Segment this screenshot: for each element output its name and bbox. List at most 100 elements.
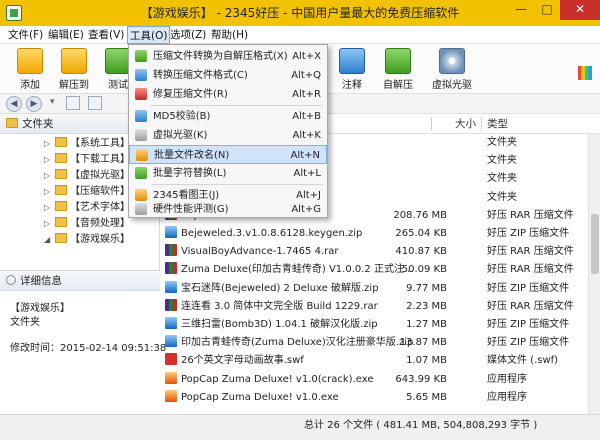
- menu-item-label: 转换压缩文件格式(C): [153, 70, 248, 81]
- menu-item-convert-sfx[interactable]: 压缩文件转换为自解压格式(X) Alt+X: [129, 47, 327, 66]
- file-type: 好压 RAR 压缩文件: [487, 209, 574, 221]
- tree-item[interactable]: ▷ 【系统工具】: [44, 136, 130, 152]
- menu-item-repair[interactable]: 修复压缩文件(R) Alt+R: [129, 85, 327, 104]
- tree-item[interactable]: ▷ 【压缩软件】: [44, 184, 130, 200]
- extract-to-button[interactable]: 解压到: [52, 46, 96, 91]
- menu-item-shortcut: Alt+G: [291, 204, 321, 215]
- column-type[interactable]: 类型: [487, 114, 508, 134]
- expand-icon[interactable]: ▷: [44, 200, 52, 216]
- extract-to-icon: [61, 48, 87, 74]
- file-row[interactable]: 宝石迷阵(Bejeweled) 2 Deluxe 破解版.zip 9.77 MB 好…: [161, 280, 600, 297]
- back-icon[interactable]: ◀: [6, 96, 22, 112]
- forward-icon[interactable]: ▶: [26, 96, 42, 112]
- menu-item-md5[interactable]: MD5校验(B) Alt+B: [129, 107, 327, 126]
- expand-icon[interactable]: ▷: [44, 184, 52, 200]
- tools-menu: 压缩文件转换为自解压格式(X) Alt+X 转换压缩文件格式(C) Alt+Q 修复…: [128, 44, 328, 218]
- menu-help[interactable]: 帮助(H): [211, 26, 248, 44]
- convert-format-icon: [135, 69, 147, 81]
- expand-icon[interactable]: ▷: [44, 168, 52, 184]
- status-bar: 总计 26 个文件 ( 481.41 MB, 504,808,293 字节 ): [0, 414, 600, 440]
- file-type: 好压 RAR 压缩文件: [487, 246, 574, 258]
- file-type: 好压 RAR 压缩文件: [487, 264, 574, 276]
- menu-item-shortcut: Alt+N: [290, 150, 320, 161]
- menu-bar: 文件(F) 编辑(E) 查看(V) 工具(O) 选项(Z) 帮助(H): [0, 26, 600, 44]
- file-type: 好压 RAR 压缩文件: [487, 300, 574, 312]
- column-size[interactable]: 大小: [455, 114, 476, 134]
- menu-tools[interactable]: 工具(O): [127, 26, 171, 44]
- menu-view[interactable]: 查看(V): [88, 26, 124, 44]
- file-size: 1.27 MB: [406, 319, 447, 330]
- menu-item-shortcut: Alt+Q: [291, 70, 321, 81]
- column-divider[interactable]: [481, 117, 482, 131]
- folder-icon: [55, 185, 67, 195]
- menu-item-label: 压缩文件转换为自解压格式(X): [153, 51, 288, 62]
- file-type: 文件夹: [487, 191, 517, 203]
- virtual-drive-button[interactable]: 虚拟光驱: [426, 46, 478, 91]
- batch-replace-icon: [135, 167, 147, 179]
- file-row[interactable]: 连连看 3.0 简体中文完全版 Build 1229.rar 2.23 MB 好压 …: [161, 298, 600, 315]
- extract-to-label: 解压到: [59, 80, 89, 91]
- file-row[interactable]: 印加古青蛙传奇(Zuma Deluxe)汉化注册豪华版.zip 13.87 MB 好…: [161, 334, 600, 351]
- tree-item[interactable]: ▷ 【音频处理】: [44, 216, 130, 232]
- file-type: 好压 ZIP 压缩文件: [487, 337, 570, 349]
- exe-file-icon: [165, 371, 177, 384]
- file-size: 13.87 MB: [399, 337, 447, 349]
- tree-item[interactable]: ▷ 【下载工具】: [44, 152, 130, 168]
- scrollbar-thumb[interactable]: [591, 214, 599, 274]
- vertical-scrollbar[interactable]: [588, 134, 600, 414]
- self-extract-icon: [385, 48, 411, 74]
- menu-item-virtual-drive[interactable]: 虚拟光驱(K) Alt+K: [129, 126, 327, 145]
- file-name-text: 宝石迷阵(Bejeweled) 2 Deluxe 破解版.zip: [181, 282, 379, 294]
- up-folder-icon[interactable]: [66, 96, 80, 110]
- add-button[interactable]: 添加: [8, 46, 52, 91]
- tree-item[interactable]: ▷ 【虚拟光驱】: [44, 168, 130, 184]
- file-row[interactable]: Zuma Deluxe(印加古青蛙传奇) V1.0.0.2 正式注... 50.0…: [161, 261, 600, 278]
- file-name-text: 连连看 3.0 简体中文完全版 Build 1229.rar: [181, 300, 378, 312]
- menu-edit[interactable]: 编辑(E): [48, 26, 84, 44]
- expand-icon[interactable]: ▷: [44, 152, 52, 168]
- md5-icon: [135, 110, 147, 122]
- file-size: 5.65 MB: [406, 391, 447, 403]
- menu-options[interactable]: 选项(Z): [170, 26, 206, 44]
- nav-dropdown-icon[interactable]: ▾: [50, 97, 55, 107]
- column-divider[interactable]: [431, 117, 432, 131]
- file-row[interactable]: PopCap Zuma Deluxe! v1.0.exe 5.65 MB 应用程序: [161, 389, 600, 406]
- menu-file[interactable]: 文件(F): [8, 26, 43, 44]
- menu-item-batch-rename[interactable]: 批量文件改名(N) Alt+N: [129, 145, 327, 164]
- zip-file-icon: [165, 335, 177, 348]
- details-modified: 修改时间：2015-02-14 09:51:38: [10, 343, 167, 354]
- tree-item[interactable]: ▷ 【艺术字体】: [44, 200, 130, 216]
- file-row[interactable]: PopCap Zuma Deluxe! v1.0(crack).exe 643.9…: [161, 371, 600, 388]
- file-row[interactable]: VisualBoyAdvance-1.7465 4.rar 410.87 KB 好压…: [161, 243, 600, 260]
- expand-icon[interactable]: ▷: [44, 136, 52, 152]
- file-type: 文件夹: [487, 155, 517, 167]
- zip-file-icon: [165, 317, 177, 329]
- collapse-icon[interactable]: ◢: [44, 232, 52, 248]
- file-size: 9.77 MB: [406, 282, 447, 294]
- file-row[interactable]: 三维扫雷(Bomb3D) 1.04.1 破解汉化版.zip 1.27 MB 好压 Z…: [161, 316, 600, 333]
- file-row[interactable]: 26个英文字母动画故事.swf 1.07 MB 媒体文件 (.swf): [161, 352, 600, 369]
- minimize-button[interactable]: —: [508, 0, 534, 20]
- menu-item-convert-format[interactable]: 转换压缩文件格式(C) Alt+Q: [129, 66, 327, 85]
- menu-item-label: 批量文件改名(N): [154, 150, 230, 161]
- comment-button[interactable]: 注释: [330, 46, 374, 91]
- tree-item-label: 【下载工具】: [70, 154, 130, 165]
- menu-item-hardware-test[interactable]: 硬件性能评测(G) Alt+G: [129, 200, 327, 219]
- hardware-test-icon: [135, 203, 147, 215]
- tree-item-selected[interactable]: ◢ 【游戏娱乐】: [44, 232, 130, 248]
- close-button[interactable]: ✕: [560, 0, 600, 20]
- view-mode-icon[interactable]: [88, 96, 102, 110]
- maximize-button[interactable]: □: [534, 0, 560, 20]
- self-extract-button[interactable]: 自解压: [376, 46, 420, 91]
- file-name-text: Bejeweled.3.v1.0.8.6128.keygen.zip: [181, 228, 363, 239]
- file-row[interactable]: Bejeweled.3.v1.0.8.6128.keygen.zip 265.04…: [161, 225, 600, 242]
- tree-item-label: 【音频处理】: [70, 218, 130, 229]
- skin-icon[interactable]: [578, 66, 592, 80]
- menu-item-batch-replace[interactable]: 批量字符替换(L) Alt+L: [129, 164, 327, 183]
- menu-item-label: MD5校验(B): [153, 111, 211, 122]
- folder-icon: [55, 153, 67, 163]
- menu-item-shortcut: Alt+X: [292, 51, 321, 62]
- virtual-drive-icon: [135, 129, 147, 141]
- expand-icon[interactable]: ▷: [44, 216, 52, 232]
- tree-item-label: 【压缩软件】: [70, 186, 130, 197]
